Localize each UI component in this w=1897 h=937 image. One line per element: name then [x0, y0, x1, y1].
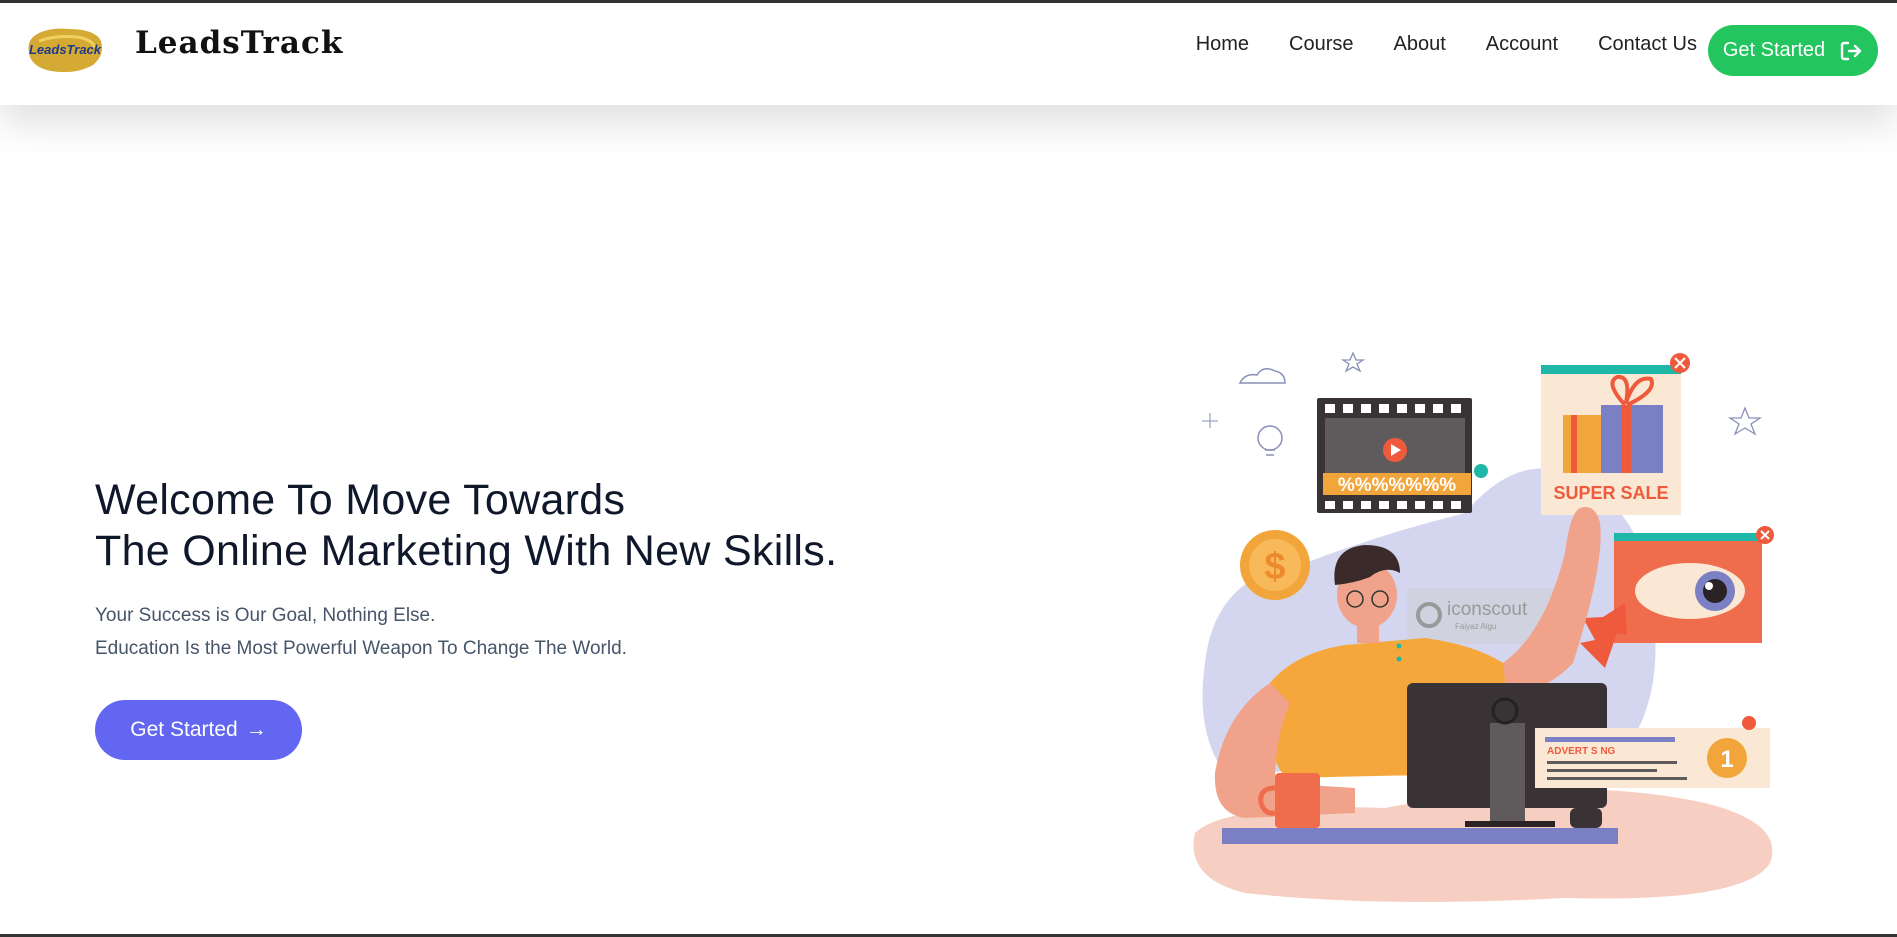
sign-in-icon [1840, 41, 1862, 60]
nav-account[interactable]: Account [1486, 33, 1558, 56]
star-icon [1727, 406, 1763, 436]
nav-links: Home Course About Account Contact Us [1196, 33, 1697, 56]
hero-title-line2: The Online Marketing With New Skills. [95, 527, 838, 575]
svg-text:ADVERT S NG: ADVERT S NG [1547, 746, 1616, 757]
hero-get-started-label: Get Started [130, 718, 238, 741]
svg-text:Faiyaz Algu: Faiyaz Algu [1455, 622, 1496, 631]
logo-text: LeadsTrack [29, 42, 102, 57]
hero-subtitle-line1: Your Success is Our Goal, Nothing Else. [95, 605, 436, 626]
nav-contact-us[interactable]: Contact Us [1598, 33, 1697, 56]
svg-text:SUPER SALE: SUPER SALE [1553, 483, 1668, 503]
svg-text:1: 1 [1720, 746, 1733, 773]
navbar: LeadsTrack LeadsTrack Home Course About … [0, 3, 1897, 105]
arrow-right-icon: → [245, 718, 267, 741]
nav-home[interactable]: Home [1196, 33, 1249, 56]
hero-title-line1: Welcome To Move Towards [95, 476, 626, 524]
dollar-coin-icon: $ [1264, 546, 1285, 588]
hero-subtitle: Your Success is Our Goal, Nothing Else. … [95, 599, 627, 665]
brand-name[interactable]: LeadsTrack [135, 25, 343, 61]
logo[interactable]: LeadsTrack [25, 23, 105, 75]
nav-course[interactable]: Course [1289, 33, 1353, 56]
nav-get-started-button[interactable]: Get Started [1708, 25, 1878, 76]
marketing-illustration: %%%%%%% SUPER SALE $ iconscout Faiyaz Al… [1193, 351, 1774, 902]
nav-about[interactable]: About [1394, 33, 1446, 56]
svg-text:%%%%%%%: %%%%%%% [1338, 475, 1456, 496]
nav-get-started-label: Get Started [1722, 39, 1826, 61]
star-icon [1340, 351, 1366, 373]
hero-subtitle-line2: Education Is the Most Powerful Weapon To… [95, 638, 627, 659]
hero-title: Welcome To Move Towards The Online Marke… [95, 475, 837, 577]
svg-text:iconscout: iconscout [1447, 599, 1528, 620]
hero-get-started-button[interactable]: Get Started → [95, 700, 302, 760]
